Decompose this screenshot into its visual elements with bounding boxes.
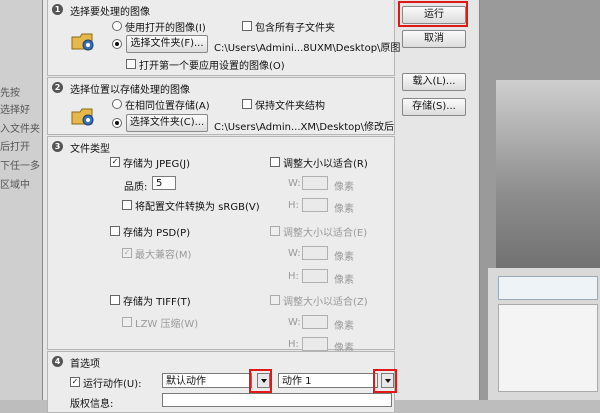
section-file-type: 3 文件类型 ✓ 存储为 JPEG(J) 调整大小以适合(R) 品质: 5 W:…	[47, 136, 395, 354]
run-action-checkbox[interactable]: ✓	[70, 377, 80, 387]
save-as-tiff-label: 存储为 TIFF(T)	[123, 297, 191, 308]
section-2-title: 选择位置以存储处理的图像	[70, 85, 190, 96]
convert-srgb-label: 将配置文件转换为 sRGB(V)	[135, 202, 260, 213]
open-first-image-checkbox[interactable]	[126, 59, 136, 69]
load-button[interactable]: 载入(L)...	[402, 73, 466, 91]
bg-text-3: 入文件夹	[0, 124, 40, 135]
jpeg-width-unit: 像素	[334, 182, 354, 193]
select-source-folder-button[interactable]: 选择文件夹(F)...	[126, 35, 208, 53]
keep-folder-structure-label: 保持文件夹结构	[255, 101, 325, 112]
action-arrow-highlight	[373, 369, 397, 393]
psd-height-unit: 像素	[334, 275, 354, 286]
action-set-select[interactable]: 默认动作	[162, 373, 252, 388]
psd-width-unit: 像素	[334, 252, 354, 263]
save-as-jpeg-label: 存储为 JPEG(J)	[123, 159, 190, 170]
jpeg-quality-input[interactable]: 5	[152, 176, 176, 190]
max-compat-label: 最大兼容(M)	[135, 250, 192, 261]
use-open-images-label: 使用打开的图像(I)	[125, 23, 206, 34]
bg-text-5: 下任一多	[0, 161, 40, 172]
use-open-images-radio[interactable]	[112, 21, 122, 31]
cancel-button[interactable]: 取消	[402, 30, 466, 48]
jpeg-width-input[interactable]	[302, 176, 328, 190]
background-window-body	[498, 304, 598, 392]
section-preferences: 4 首选项 ✓ 运行动作(U): 默认动作 动作 1 版权信息:	[47, 351, 395, 413]
background-image	[496, 80, 600, 270]
run-button-highlight	[398, 1, 468, 27]
jpeg-quality-label: 品质:	[124, 182, 148, 193]
jpeg-resize-checkbox[interactable]	[270, 157, 280, 167]
max-compat-checkbox[interactable]: ✓	[122, 248, 132, 258]
jpeg-height-unit: 像素	[334, 204, 354, 215]
jpeg-resize-label: 调整大小以适合(R)	[283, 159, 368, 170]
save-as-tiff-checkbox[interactable]	[110, 295, 120, 305]
include-subfolders-label: 包含所有子文件夹	[255, 23, 335, 34]
action-set-arrow-highlight	[249, 369, 272, 393]
section-1-title: 选择要处理的图像	[70, 7, 150, 18]
tiff-width-input[interactable]	[302, 315, 328, 329]
keep-folder-structure-checkbox[interactable]	[242, 99, 252, 109]
psd-resize-checkbox[interactable]	[270, 226, 280, 236]
jpeg-height-input[interactable]	[302, 198, 328, 212]
select-destination-radio[interactable]	[112, 118, 122, 128]
psd-height-label: H:	[288, 271, 299, 282]
save-as-jpeg-checkbox[interactable]: ✓	[110, 157, 120, 167]
copyright-input[interactable]	[162, 393, 392, 407]
psd-width-input[interactable]	[302, 246, 328, 260]
include-subfolders-checkbox[interactable]	[242, 21, 252, 31]
psd-resize-label: 调整大小以适合(E)	[283, 228, 368, 239]
tiff-resize-label: 调整大小以适合(Z)	[283, 297, 368, 308]
jpeg-height-label: H:	[288, 200, 299, 211]
tiff-width-label: W:	[288, 317, 301, 328]
bg-text-2: 选择好	[0, 105, 30, 116]
section-save-location: 2 选择位置以存储处理的图像 在相同位置存储(A) 保持文件夹结构 选择文件夹(…	[47, 77, 395, 135]
bg-text-6: 区域中	[0, 180, 30, 191]
jpeg-width-label: W:	[288, 178, 301, 189]
select-destination-folder-button[interactable]: 选择文件夹(C)...	[126, 114, 208, 132]
background-photo	[478, 0, 600, 400]
section-3-number: 3	[52, 141, 63, 152]
open-first-image-label: 打开第一个要应用设置的图像(O)	[139, 61, 285, 72]
copyright-label: 版权信息:	[70, 399, 114, 410]
section-2-number: 2	[52, 82, 63, 93]
save-as-psd-label: 存储为 PSD(P)	[123, 228, 191, 239]
background-left: 先按 选择好 入文件夹 后打开 下任一多 区域中	[0, 0, 42, 400]
tiff-width-unit: 像素	[334, 321, 354, 332]
action-select[interactable]: 动作 1	[278, 373, 378, 388]
source-folder-path: C:\Users\Admini...8UXM\Desktop\原图	[214, 43, 401, 54]
section-4-title: 首选项	[70, 359, 100, 370]
destination-folder-path: C:\Users\Admin...XM\Desktop\修改后	[214, 122, 394, 133]
convert-srgb-checkbox[interactable]	[122, 200, 132, 210]
tiff-height-label: H:	[288, 339, 299, 350]
save-button[interactable]: 存储(S)...	[402, 98, 466, 116]
image-processor-dialog: 1 选择要处理的图像 使用打开的图像(I) 包含所有子文件夹 选择文件夹(F).…	[42, 0, 480, 413]
save-as-psd-checkbox[interactable]	[110, 226, 120, 236]
background-window-header	[498, 276, 598, 300]
section-4-number: 4	[52, 356, 63, 367]
photoshop-folder-icon	[71, 108, 94, 126]
lzw-compression-label: LZW 压缩(W)	[135, 319, 199, 330]
section-3-title: 文件类型	[70, 144, 110, 155]
select-folder-radio[interactable]	[112, 39, 122, 49]
run-action-label: 运行动作(U):	[83, 379, 142, 390]
tiff-height-input[interactable]	[302, 337, 328, 351]
section-1-number: 1	[52, 4, 63, 15]
lzw-compression-checkbox[interactable]	[122, 317, 132, 327]
tiff-resize-checkbox[interactable]	[270, 295, 280, 305]
bg-text-1: 先按	[0, 88, 20, 99]
photoshop-folder-icon	[71, 33, 94, 51]
psd-width-label: W:	[288, 248, 301, 259]
bg-text-4: 后打开	[0, 142, 30, 153]
save-same-location-radio[interactable]	[112, 99, 122, 109]
save-same-location-label: 在相同位置存储(A)	[125, 101, 210, 112]
section-select-images: 1 选择要处理的图像 使用打开的图像(I) 包含所有子文件夹 选择文件夹(F).…	[47, 0, 400, 76]
psd-height-input[interactable]	[302, 269, 328, 283]
background-screenshot	[488, 268, 600, 400]
